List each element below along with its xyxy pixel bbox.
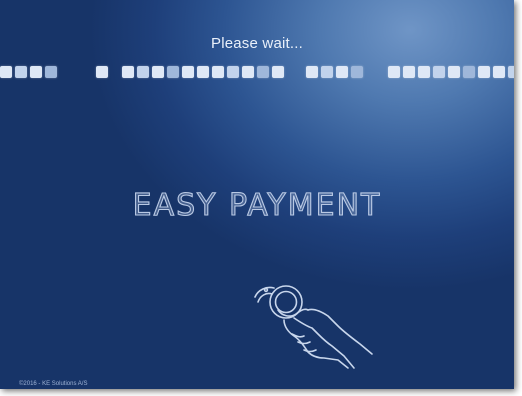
brand-logo-text: EASY PAYMENT (132, 187, 382, 223)
progress-segment (418, 66, 430, 78)
progress-segment (212, 66, 224, 78)
progress-segment (336, 66, 348, 78)
progress-segment (122, 66, 134, 78)
progress-segment (433, 66, 445, 78)
progress-segment (167, 66, 179, 78)
progress-segment (493, 66, 505, 78)
progress-segment (306, 66, 318, 78)
progress-segment (137, 66, 149, 78)
progress-segment (508, 66, 514, 78)
status-text: Please wait... (210, 35, 303, 52)
progress-segment (30, 66, 42, 78)
progress-segment (15, 66, 27, 78)
progress-segment (45, 66, 57, 78)
progress-segment (0, 66, 12, 78)
progress-bar (0, 66, 514, 80)
copyright-text: ©2016 - KE Solutions A/S (19, 381, 88, 387)
progress-segment (152, 66, 164, 78)
progress-segment (227, 66, 239, 78)
progress-segment (197, 66, 209, 78)
progress-segment (478, 66, 490, 78)
progress-segment (448, 66, 460, 78)
progress-segment (257, 66, 269, 78)
progress-segment (182, 66, 194, 78)
progress-segment (403, 66, 415, 78)
hand-holding-key-tag-icon (254, 285, 373, 369)
payment-screen: Please wait... EASY PAYMENT ©2016 - KE S… (0, 0, 514, 389)
progress-segment (321, 66, 333, 78)
progress-segment (96, 66, 108, 78)
progress-segment (463, 66, 475, 78)
progress-segment (242, 66, 254, 78)
progress-segment (388, 66, 400, 78)
progress-segment (351, 66, 363, 78)
progress-segment (272, 66, 284, 78)
